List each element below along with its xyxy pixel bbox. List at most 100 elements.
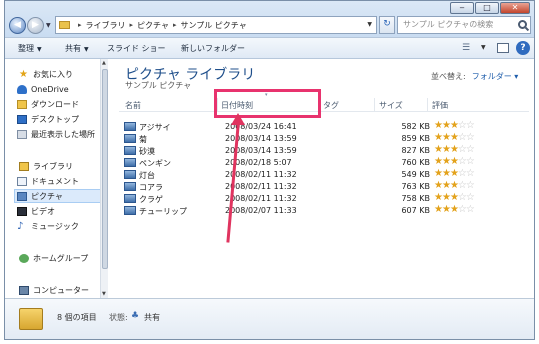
star-icon[interactable]: ★ xyxy=(434,144,443,155)
organize-button[interactable]: 整理 ▼ xyxy=(18,43,42,54)
new-folder-button[interactable]: 新しいフォルダー xyxy=(181,43,245,54)
star-icon[interactable]: ☆ xyxy=(458,156,467,167)
star-icon[interactable]: ☆ xyxy=(466,120,475,131)
rating-stars[interactable]: ★★★☆☆ xyxy=(434,204,475,215)
star-icon[interactable]: ☆ xyxy=(466,132,475,143)
nav-desktop[interactable]: デスクトップ xyxy=(17,113,79,125)
star-icon[interactable]: ★ xyxy=(442,144,451,155)
chevron-down-icon[interactable]: ▼ xyxy=(367,21,372,28)
rating-stars[interactable]: ★★★☆☆ xyxy=(434,156,475,167)
recent-pages-dropdown[interactable]: ▼ xyxy=(46,22,51,29)
address-bar[interactable]: ▸ ライブラリ ▸ ピクチャ ▸ サンプル ピクチャ ▼ xyxy=(55,16,377,34)
maximize-button[interactable]: □ xyxy=(475,2,499,14)
star-icon[interactable]: ★ xyxy=(434,180,443,191)
scrollbar-thumb[interactable] xyxy=(102,69,108,269)
chevron-right-icon[interactable]: ▸ xyxy=(130,21,134,29)
file-row[interactable]: チューリップ 2008/02/07 11:33 607 KB ★★★☆☆ xyxy=(121,204,521,217)
star-icon[interactable]: ☆ xyxy=(458,204,467,215)
slideshow-button[interactable]: スライド ショー xyxy=(107,43,166,54)
nav-onedrive[interactable]: OneDrive xyxy=(17,83,69,95)
refresh-button[interactable]: ↻ xyxy=(379,16,395,34)
nav-recent-places[interactable]: 最近表示した場所 xyxy=(17,128,95,140)
column-divider[interactable] xyxy=(374,98,375,112)
star-icon[interactable]: ☆ xyxy=(466,192,475,203)
rating-stars[interactable]: ★★★☆☆ xyxy=(434,132,475,143)
nav-videos[interactable]: ビデオ xyxy=(17,205,55,217)
star-icon[interactable]: ☆ xyxy=(458,168,467,179)
star-icon[interactable]: ★ xyxy=(450,180,459,191)
chevron-down-icon[interactable]: ▼ xyxy=(481,44,486,51)
star-icon[interactable]: ★ xyxy=(450,204,459,215)
rating-stars[interactable]: ★★★☆☆ xyxy=(434,192,475,203)
star-icon[interactable]: ★ xyxy=(442,120,451,131)
star-icon[interactable]: ☆ xyxy=(458,192,467,203)
star-icon[interactable]: ☆ xyxy=(466,156,475,167)
minimize-button[interactable]: ‒ xyxy=(450,2,474,14)
star-icon[interactable]: ☆ xyxy=(458,144,467,155)
star-icon[interactable]: ★ xyxy=(442,156,451,167)
star-icon[interactable]: ★ xyxy=(434,120,443,131)
star-icon[interactable]: ☆ xyxy=(458,120,467,131)
breadcrumb-pictures[interactable]: ピクチャ xyxy=(137,20,169,31)
search-icon[interactable] xyxy=(518,20,527,29)
star-icon[interactable]: ★ xyxy=(442,192,451,203)
star-icon[interactable]: ★ xyxy=(434,168,443,179)
star-icon[interactable]: ★ xyxy=(450,144,459,155)
close-button[interactable]: ✕ xyxy=(500,2,530,14)
star-icon[interactable]: ☆ xyxy=(466,144,475,155)
back-button[interactable]: ◀ xyxy=(9,17,26,34)
chevron-right-icon[interactable]: ▸ xyxy=(78,21,82,29)
nav-pictures[interactable]: ピクチャ xyxy=(14,189,102,203)
star-icon[interactable]: ★ xyxy=(442,180,451,191)
share-button[interactable]: 共有 ▼ xyxy=(65,43,89,54)
star-icon[interactable]: ☆ xyxy=(458,180,467,191)
arrange-by[interactable]: 並べ替え: フォルダー ▾ xyxy=(431,71,518,82)
scroll-up-icon[interactable]: ▲ xyxy=(102,60,106,66)
arrange-value[interactable]: フォルダー ▾ xyxy=(472,72,519,81)
nav-homegroup[interactable]: ホームグループ xyxy=(19,252,88,264)
forward-button[interactable]: ▶ xyxy=(27,17,44,34)
breadcrumb-libraries[interactable]: ライブラリ xyxy=(86,20,126,31)
star-icon[interactable]: ☆ xyxy=(466,204,475,215)
star-icon[interactable]: ★ xyxy=(450,192,459,203)
star-icon[interactable]: ★ xyxy=(450,168,459,179)
nav-downloads[interactable]: ダウンロード xyxy=(17,98,79,110)
star-icon[interactable]: ☆ xyxy=(466,168,475,179)
column-header-tags[interactable]: タグ xyxy=(323,100,339,111)
star-icon[interactable]: ★ xyxy=(450,120,459,131)
star-icon[interactable]: ☆ xyxy=(466,180,475,191)
star-icon[interactable]: ★ xyxy=(450,132,459,143)
star-icon[interactable]: ★ xyxy=(434,132,443,143)
column-divider[interactable] xyxy=(427,98,428,112)
nav-documents[interactable]: ドキュメント xyxy=(17,175,79,187)
star-icon[interactable]: ★ xyxy=(442,132,451,143)
scroll-down-icon[interactable]: ▼ xyxy=(102,291,106,297)
star-icon[interactable]: ★ xyxy=(442,204,451,215)
rating-stars[interactable]: ★★★☆☆ xyxy=(434,168,475,179)
view-options-icon[interactable]: ☰ xyxy=(462,43,470,53)
help-icon[interactable]: ? xyxy=(516,41,530,55)
rating-stars[interactable]: ★★★☆☆ xyxy=(434,144,475,155)
nav-libraries[interactable]: ライブラリ xyxy=(19,160,73,172)
rating-stars[interactable]: ★★★☆☆ xyxy=(434,180,475,191)
star-icon[interactable]: ★ xyxy=(442,168,451,179)
star-icon[interactable]: ★ xyxy=(434,204,443,215)
rating-stars[interactable]: ★★★☆☆ xyxy=(434,120,475,131)
star-icon[interactable]: ☆ xyxy=(458,132,467,143)
nav-music[interactable]: ♪ ミュージック xyxy=(17,220,79,232)
file-name: 砂漠 xyxy=(139,147,155,156)
nav-favorites[interactable]: ★ お気に入り xyxy=(19,68,73,80)
column-header-name[interactable]: 名前 xyxy=(125,100,141,111)
search-input[interactable]: サンプル ピクチャの検索 xyxy=(397,16,531,34)
star-icon[interactable]: ★ xyxy=(434,192,443,203)
nav-scrollbar[interactable]: ▲ ▼ xyxy=(100,59,108,298)
star-icon[interactable]: ★ xyxy=(434,156,443,167)
breadcrumb-sample-pictures[interactable]: サンプル ピクチャ xyxy=(180,20,246,31)
file-name: アジサイ xyxy=(139,123,171,132)
star-icon[interactable]: ★ xyxy=(450,156,459,167)
chevron-right-icon[interactable]: ▸ xyxy=(173,21,177,29)
column-header-size[interactable]: サイズ xyxy=(379,100,403,111)
nav-computer[interactable]: コンピューター xyxy=(19,284,89,296)
preview-pane-icon[interactable] xyxy=(497,43,509,53)
column-header-rating[interactable]: 評価 xyxy=(432,100,448,111)
